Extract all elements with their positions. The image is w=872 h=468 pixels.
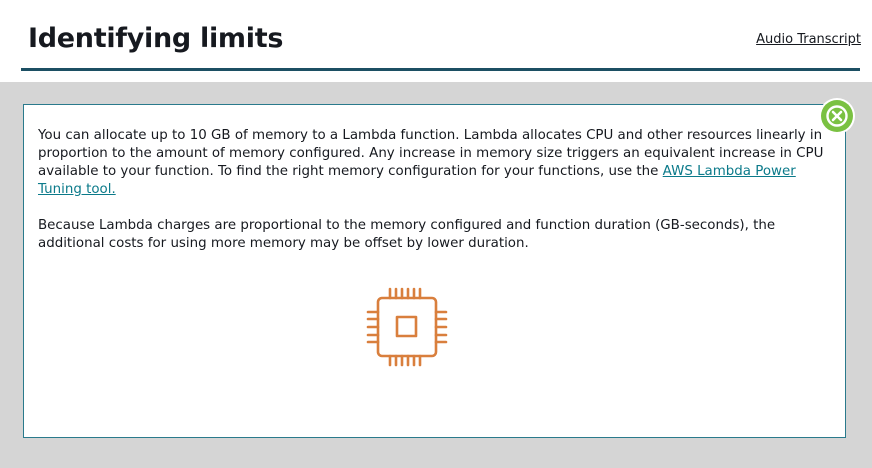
panel-body: You can allocate up to 10 GB of memory t…: [38, 127, 828, 271]
page-title: Identifying limits: [28, 23, 284, 54]
cpu-chip-icon: [366, 287, 448, 367]
info-panel: You can allocate up to 10 GB of memory t…: [23, 104, 846, 438]
paragraph-memory-allocation: You can allocate up to 10 GB of memory t…: [38, 127, 828, 199]
audio-transcript-link[interactable]: Audio Transcript: [756, 32, 861, 47]
header-divider: [21, 68, 860, 71]
page-header: Identifying limits Audio Transcript: [0, 0, 872, 82]
close-button[interactable]: [818, 97, 856, 135]
paragraph-billing: Because Lambda charges are proportional …: [38, 218, 776, 251]
